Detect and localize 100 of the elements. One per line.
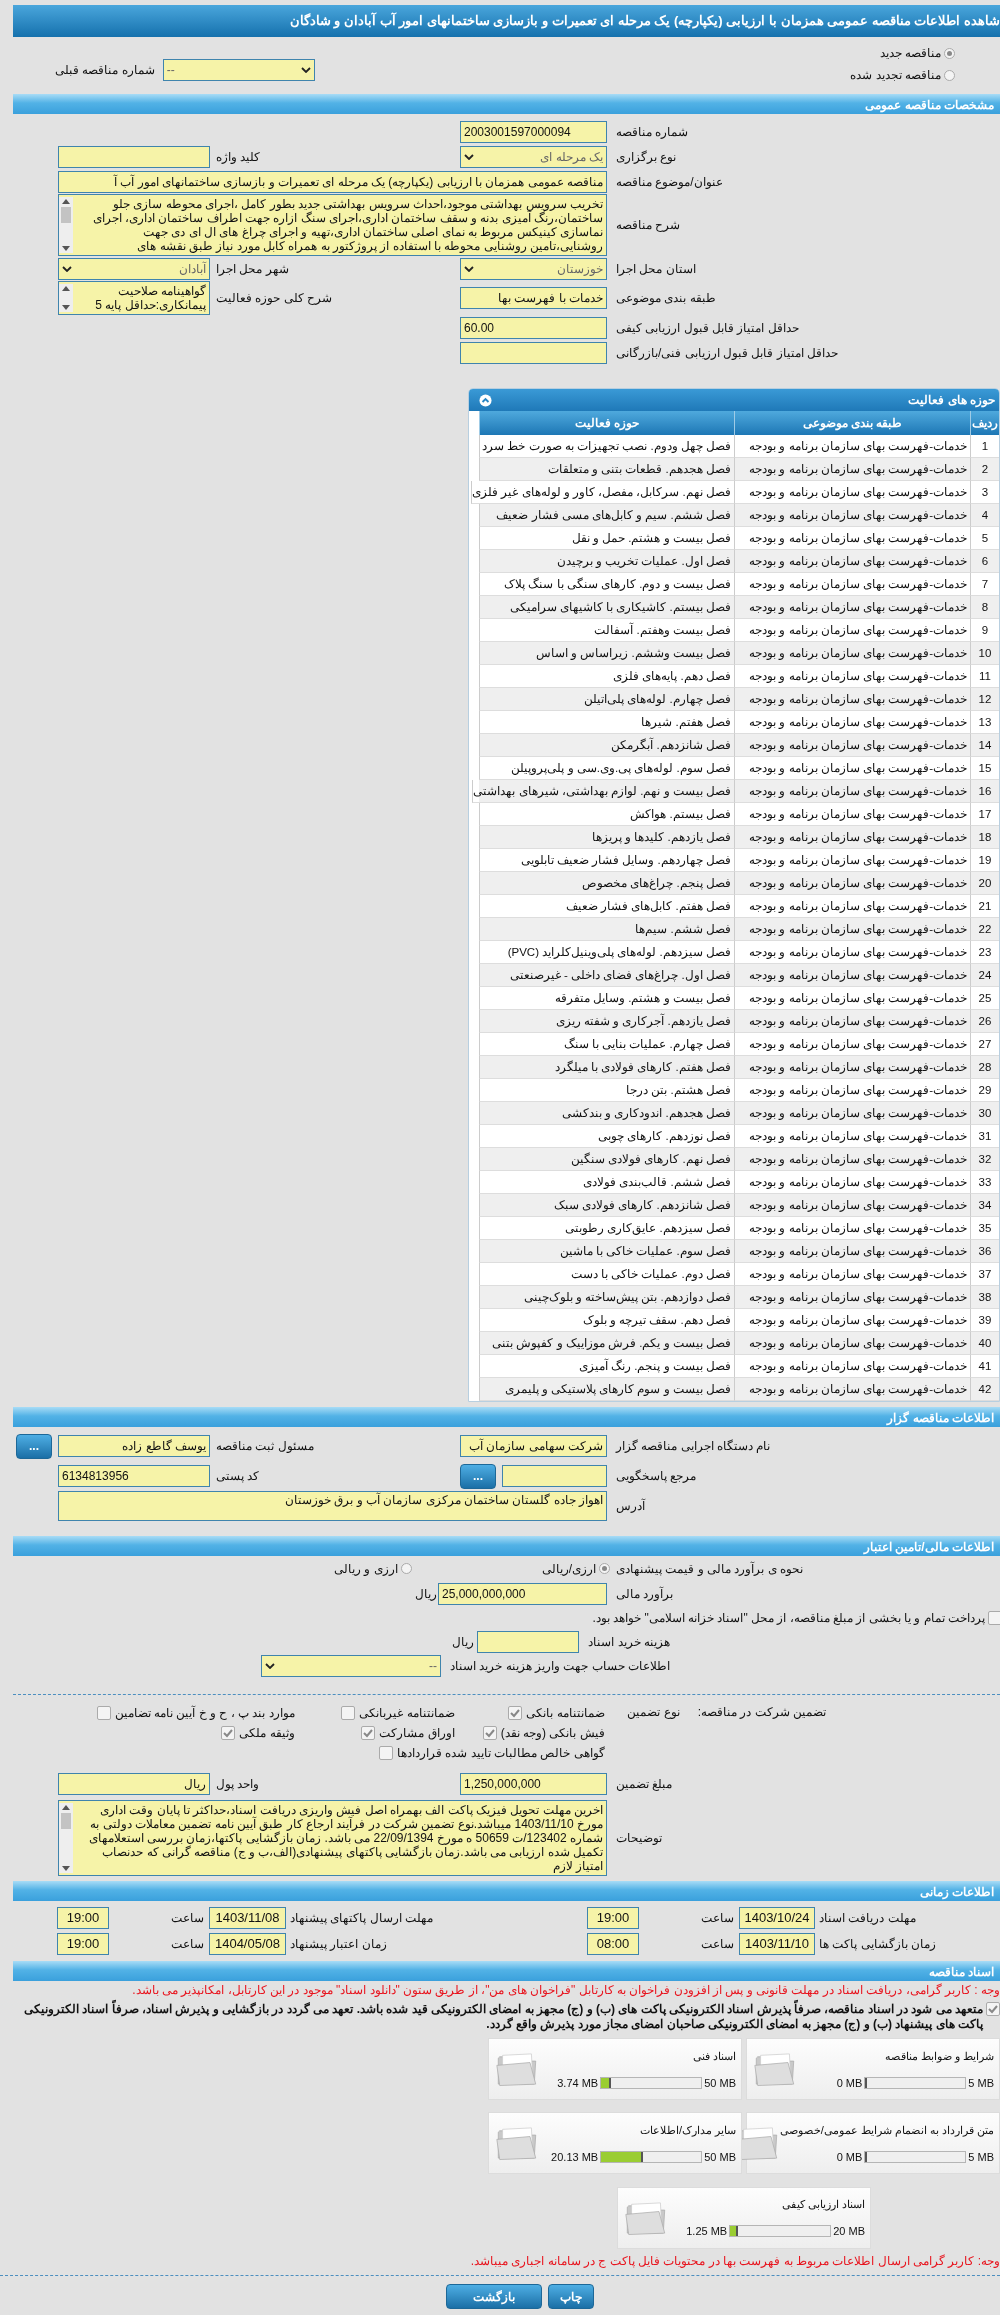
field-label: عنوان/موضوع مناقصه [615, 174, 724, 189]
radio-label: مناقصه جدید [879, 46, 941, 60]
section-header: اطلاعات زمانی [13, 1881, 1000, 1901]
text-field[interactable]: 6134813956 [58, 1465, 210, 1487]
checkbox-label: پرداخت تمام و یا بخشی از مبلغ مناقصه، از محل "اسناد خزانه اسلامی" خواهد بود. [592, 1611, 985, 1625]
table-cell: خدمات-فهرست بهای سازمان برنامه و بودجه [734, 1010, 970, 1033]
table-cell: خدمات-فهرست بهای سازمان برنامه و بودجه [734, 596, 970, 619]
radio-label: ارزی و ریالی [334, 1561, 398, 1576]
table-cell: فصل دوازدهم. بتن پیش‌ساخته و بلوک‌چینی [479, 1286, 734, 1309]
back-button[interactable]: بازگشت [445, 2284, 542, 2309]
field-label: توضیحات [615, 1831, 663, 1845]
table-cell: فصل هفتم. کارهای فولادی با میلگرد [479, 1056, 734, 1079]
date-field[interactable]: 1403/10/24 [739, 1907, 815, 1929]
table-cell: خدمات-فهرست بهای سازمان برنامه و بودجه [734, 872, 970, 895]
dropdown[interactable]: آبادان [58, 257, 210, 280]
text-field[interactable]: ریال [58, 1772, 210, 1795]
time-field[interactable]: 19:00 [57, 1933, 109, 1955]
table-cell: 30 [970, 1102, 999, 1125]
table-cell: 14 [970, 734, 999, 757]
size-used: 0 MB [836, 2150, 863, 2163]
field-label: ساعت [700, 1911, 735, 1925]
table-cell: فصل بیستم. کاشیکاری با کاشیهای سرامیکی [479, 596, 734, 619]
table-cell: فصل ششم. سیم و کابل‌های مسی فشار ضعیف [479, 504, 734, 527]
field-label: ساعت [170, 1911, 205, 1925]
text-field[interactable]: شرکت سهامی سازمان آب [460, 1435, 607, 1457]
file-name: اسناد فنی [691, 2049, 736, 2063]
table-cell: 24 [970, 964, 999, 987]
size-used: 20.13 MB [551, 2150, 599, 2163]
field-label: تضمین شرکت در مناقصه: [697, 1705, 826, 1719]
text-field[interactable]: یوسف گاطع زاده [58, 1435, 210, 1457]
table-cell: خدمات-فهرست بهای سازمان برنامه و بودجه [734, 826, 970, 849]
field-label: مسئول ثبت مناقصه [215, 1439, 315, 1453]
dropdown[interactable]: یک مرحله ای [460, 145, 607, 168]
dropdown[interactable]: خوزستان [460, 257, 607, 280]
column-header: حوزه فعالیت [479, 411, 734, 435]
text-area[interactable]: اخرین مهلت تحویل فیزیک پاکت الف بهمراه اصل فیش واریزی دریافت اسناد،حداکثر تا پایان وقت اداری مورخ 1403/11/10 میباشد.نوع تضمین شرکت در فرآیند ارجاع کار طبق آیین نامه تضمین معاملات دولتی به شماره 123402/ت 50659 ه مورخ 22/09/1394 می باشد. زمان بازگشایی پاکتها،زمان بررسی استعلامهای تکمیل شده ارزیابی می باشد.زمان بازگشایی پاکتهای پیشنهادی(الف،ب و ج) مناقصه گرانی که حدنصاب امتیاز لازم [58, 1800, 607, 1876]
field-label: طبقه بندی موضوعی [615, 291, 717, 305]
size-limit: 5 MB [968, 2076, 994, 2089]
unit-label: ریال [415, 1586, 437, 1601]
field-label: آدرس [615, 1499, 647, 1513]
table-cell: فصل هجدهم. قطعات بتنی و متعلقات [479, 458, 734, 481]
table-cell: فصل ششم. سیم‌ها [479, 918, 734, 941]
table-cell: 16 [970, 780, 999, 803]
print-button[interactable]: چاپ [547, 2284, 594, 2309]
date-field[interactable]: 1403/11/08 [209, 1907, 286, 1929]
size-used: 3.74 MB [557, 2076, 599, 2089]
table-cell: خدمات-فهرست بهای سازمان برنامه و بودجه [734, 1378, 970, 1401]
column-header: طبقه بندی موضوعی [734, 411, 970, 435]
table-cell: 6 [970, 550, 999, 573]
text-field[interactable]: 25,000,000,000 [438, 1582, 607, 1605]
text-field[interactable]: 60.00 [460, 316, 607, 339]
text-area[interactable]: گواهینامه صلاحیت پیمانکاری:حداقل پایه 5 [58, 281, 210, 315]
table-cell: فصل بیست وششم. زیراساس و اساس [479, 642, 734, 665]
table-cell: خدمات-فهرست بهای سازمان برنامه و بودجه [734, 1148, 970, 1171]
time-field[interactable]: 19:00 [57, 1907, 109, 1929]
dropdown[interactable]: -- [261, 1655, 441, 1677]
size-limit: 50 MB [704, 2076, 736, 2089]
text-area[interactable]: اهواز جاده گلستان ساختمان مرکزی سازمان آب و برق خوزستان [58, 1491, 607, 1521]
checkbox-label: گواهی خالص مطالبات تایید شده قراردادها [397, 1746, 605, 1760]
text-field[interactable]: 1,250,000,000 [460, 1772, 607, 1795]
table-cell: فصل بیست و یکم. فرش موزاییک و کفپوش بتنی [479, 1332, 734, 1355]
table-cell: 36 [970, 1240, 999, 1263]
text-field[interactable]: 2003001597000094 [460, 120, 607, 143]
table-cell: 18 [970, 826, 999, 849]
text-field[interactable]: مناقصه عمومی همزمان با ارزیابی (یکپارچه) یک مرحله ای تعمیرات و بازسازی ساختمانهای امور آب آ [58, 170, 607, 193]
table-cell: فصل اول. عملیات تخریب و برچیدن [479, 550, 734, 573]
table-cell: خدمات-فهرست بهای سازمان برنامه و بودجه [734, 780, 970, 803]
table-cell: فصل اول. چراغ‌های فضای داخلی - غیرصنعتی [479, 964, 734, 987]
time-field[interactable]: 19:00 [587, 1907, 639, 1929]
file-name: اسناد ارزیابی کیفی [780, 2198, 865, 2212]
field-label: زمان اعتبار پیشنهاد [289, 1937, 388, 1951]
table-cell: خدمات-فهرست بهای سازمان برنامه و بودجه [734, 688, 970, 711]
radio-label: ارزی/ریالی [541, 1561, 596, 1576]
time-field[interactable]: 08:00 [587, 1933, 639, 1955]
lookup-button[interactable]: ... [16, 1433, 52, 1459]
text-field[interactable]: خدمات با فهرست بها [460, 287, 607, 309]
field-label: نحوه ی برآورد مالی و قیمت پیشنهادی [615, 1561, 804, 1576]
column-header: ردیف [970, 411, 999, 435]
field-label: شهر محل اجرا [215, 261, 290, 276]
lookup-button[interactable]: ... [460, 1463, 496, 1489]
field-label: ساعت [700, 1937, 735, 1951]
table-cell: 12 [970, 688, 999, 711]
table-cell: خدمات-فهرست بهای سازمان برنامه و بودجه [734, 918, 970, 941]
file-name: متن قرارداد به انضمام شرایط عمومی/خصوصی [779, 2123, 994, 2137]
table-cell: خدمات-فهرست بهای سازمان برنامه و بودجه [734, 1332, 970, 1355]
dropdown[interactable]: -- [162, 59, 315, 81]
field-label: نوع برگزاری [615, 149, 678, 164]
table-cell: 10 [970, 642, 999, 665]
date-field[interactable]: 1403/11/10 [739, 1933, 815, 1955]
field-label: کد پستی [215, 1469, 261, 1483]
size-limit: 20 MB [833, 2225, 865, 2238]
field-label: مرجع پاسخگویی [615, 1469, 698, 1483]
text-area[interactable]: تخریب سرویس بهداشتی موجود،احداث سرویس بهداشتی جدید بطور کامل ،اجرای محوطه سازی جلو ساختمان،رنگ آمیزی بدنه و سقف ساختمان اداری،اجرای سنگ ازاره جهت اطراف ساختمان اداری، اجرای نماسازی کینیکس مربوط به نمای اصلی ساختمان اداری،تهیه و اجرای چراغ های ال ای دی جهت روشنایی،تامین روشنایی محوطه با استفاده از پروژکتور به همراه کابل مورد نیاز طبق نقشه های [58, 194, 607, 256]
field-label: شرح مناقصه [615, 218, 682, 232]
field-label: نام دستگاه اجرایی مناقصه گزار [614, 1439, 772, 1453]
field-label: مبلغ تضمین [615, 1776, 674, 1791]
page-title: شاهده اطلاعات مناقصه عمومی همزمان با ارزیابی (یکپارچه) یک مرحله ای تعمیرات و بازسازی ساختمانهای امور آب آبادان و شادگان [13, 5, 1000, 37]
field-label: شماره مناقصه [615, 124, 690, 139]
date-field[interactable]: 1404/05/08 [209, 1933, 286, 1955]
field-label: مهلت ارسال پاکتهای پیشنهاد [289, 1911, 434, 1925]
